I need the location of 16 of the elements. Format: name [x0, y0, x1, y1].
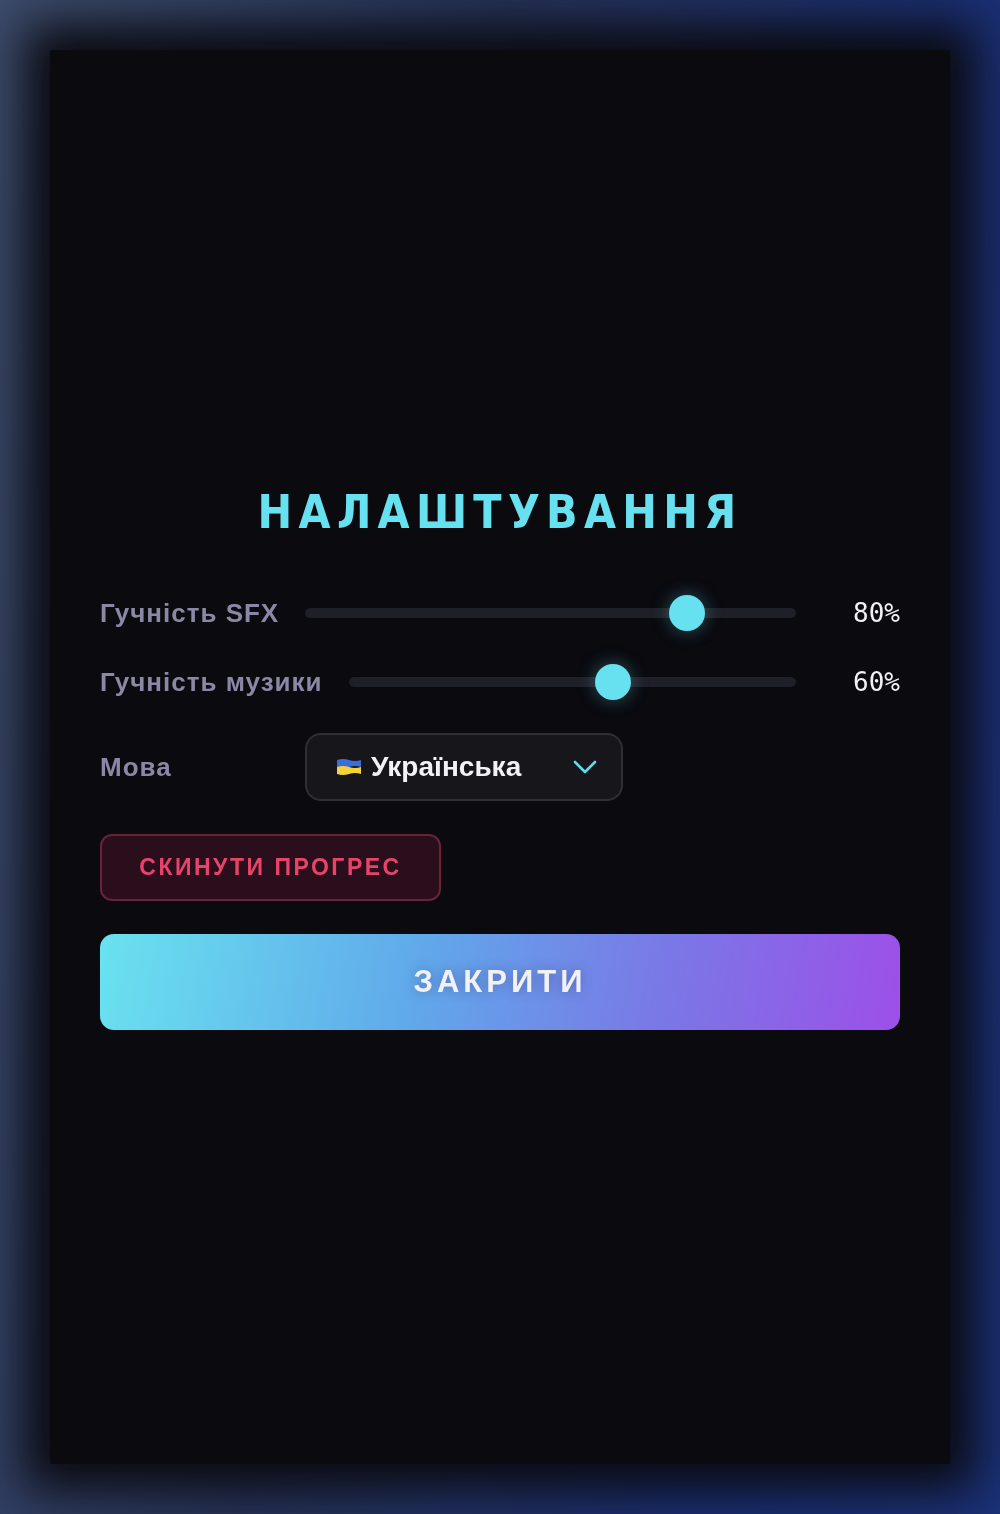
close-button[interactable]: ЗАКРИТИ [100, 934, 900, 1030]
slider-label: Гучність SFX [100, 597, 280, 629]
reset-progress-button[interactable]: СКИНУТИ ПРОГРЕС [100, 834, 441, 901]
language-dropdown[interactable]: Українська [305, 733, 623, 801]
language-label: Мова [100, 751, 173, 783]
slider-track[interactable] [348, 664, 796, 700]
slider-thumb[interactable] [669, 595, 706, 631]
slider-value: 80% [852, 598, 900, 628]
flag-icon [336, 758, 362, 776]
slider-track[interactable] [305, 595, 796, 631]
slider-value: 60% [852, 667, 900, 697]
chevron-down-icon [573, 760, 597, 774]
language-value: Українська [371, 751, 523, 783]
slider-thumb[interactable] [595, 664, 632, 700]
slider-label: Гучність музики [100, 666, 323, 698]
settings-title: НАЛАШТУВАННЯ [256, 484, 744, 540]
